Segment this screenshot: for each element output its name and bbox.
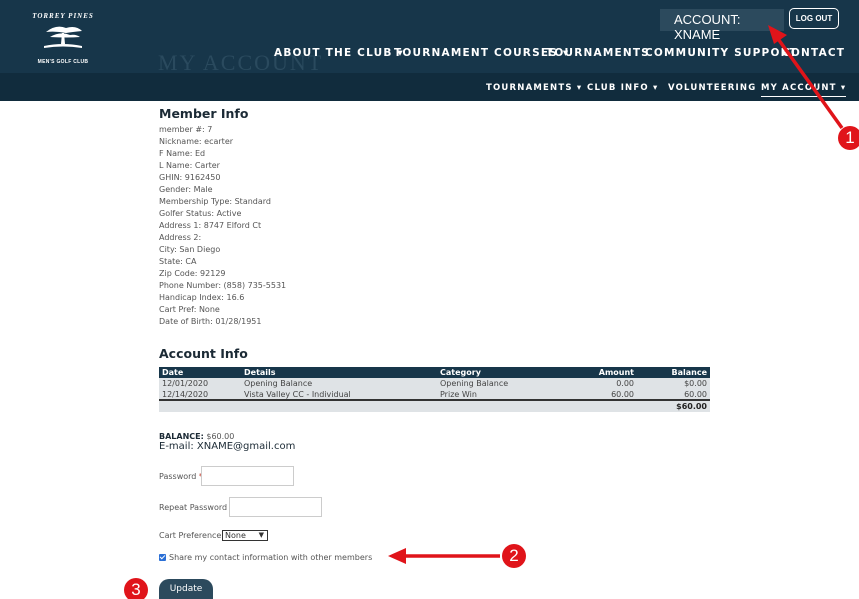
member-ghin: GHIN: 9162450 xyxy=(159,173,221,182)
member-cart-pref: Cart Pref: None xyxy=(159,305,220,314)
logout-button[interactable]: LOG OUT xyxy=(789,8,839,29)
cell-details: Vista Valley CC - Individual xyxy=(241,389,437,401)
annotation-badge-1: 1 xyxy=(838,126,859,150)
col-balance: Balance xyxy=(637,367,710,378)
nav-contact[interactable]: CONTACT xyxy=(782,47,845,59)
cell-details: Opening Balance xyxy=(241,378,437,389)
repeat-password-field[interactable] xyxy=(229,497,322,517)
subnav-my-account[interactable]: MY ACCOUNT ▾ xyxy=(761,83,847,97)
nav-tournaments[interactable]: TOURNAMENTS xyxy=(546,47,650,59)
member-phone: Phone Number: (858) 735-5531 xyxy=(159,281,287,290)
col-date: Date xyxy=(159,367,241,378)
balance-line: BALANCE: $60.00 xyxy=(159,432,234,441)
repeat-password-label: Repeat Password * xyxy=(159,503,234,512)
nav-tournament-courses[interactable]: TOURNAMENT COURSES ▾ xyxy=(394,47,569,59)
col-category: Category xyxy=(437,367,567,378)
account-info-heading: Account Info xyxy=(159,346,248,361)
balance-label: BALANCE: xyxy=(159,432,204,441)
table-row: 12/14/2020 Vista Valley CC - Individual … xyxy=(159,389,710,401)
member-state: State: CA xyxy=(159,257,197,266)
subnav-tournaments[interactable]: TOURNAMENTS ▾ xyxy=(486,83,582,93)
member-handicap: Handicap Index: 16.6 xyxy=(159,293,245,302)
share-contact-label[interactable]: Share my contact information with other … xyxy=(169,553,372,562)
logo-top-text: TORREY PINES xyxy=(32,12,94,20)
member-golfer-status: Golfer Status: Active xyxy=(159,209,242,218)
balance-value: $60.00 xyxy=(206,432,235,441)
col-details: Details xyxy=(241,367,437,378)
email-line: E-mail: XNAME@gmail.com xyxy=(159,441,296,452)
password-label: Password * xyxy=(159,472,203,481)
member-number: member #: 7 xyxy=(159,125,213,134)
col-amount: Amount xyxy=(567,367,637,378)
cart-preference-label: Cart Preference xyxy=(159,531,222,540)
cell-amount: 0.00 xyxy=(567,378,637,389)
chevron-down-icon: ▼ xyxy=(258,531,264,539)
password-field[interactable] xyxy=(201,466,294,486)
tree-icon xyxy=(44,26,82,48)
member-gender: Gender: Male xyxy=(159,185,213,194)
cell-date: 12/01/2020 xyxy=(159,378,241,389)
member-zip: Zip Code: 92129 xyxy=(159,269,226,278)
update-button[interactable]: Update xyxy=(159,579,213,599)
member-first-name: F Name: Ed xyxy=(159,149,206,158)
logo-bottom-text: MEN'S GOLF CLUB xyxy=(37,59,89,65)
subnav-volunteering[interactable]: VOLUNTEERING xyxy=(668,83,756,93)
annotation-badge-2: 2 xyxy=(502,544,526,568)
share-contact-checkbox[interactable] xyxy=(159,554,166,561)
subnav-club-info[interactable]: CLUB INFO ▾ xyxy=(587,83,658,93)
table-total-row: $60.00 xyxy=(159,400,710,412)
member-dob: Date of Birth: 01/28/1951 xyxy=(159,317,262,326)
member-address-2: Address 2: xyxy=(159,233,202,242)
nav-community-support[interactable]: COMMUNITY SUPPORT xyxy=(645,47,798,59)
cart-preference-select[interactable]: None ▼ xyxy=(222,530,268,541)
member-membership-type: Membership Type: Standard xyxy=(159,197,271,206)
table-header-row: Date Details Category Amount Balance xyxy=(159,367,710,378)
member-last-name: L Name: Carter xyxy=(159,161,220,170)
cell-category: Opening Balance xyxy=(437,378,567,389)
cell-balance: 60.00 xyxy=(637,389,710,401)
cell-amount: 60.00 xyxy=(567,389,637,401)
member-city: City: San Diego xyxy=(159,245,221,254)
cell-date: 12/14/2020 xyxy=(159,389,241,401)
arrow-2 xyxy=(388,548,500,564)
cell-category: Prize Win xyxy=(437,389,567,401)
annotation-badge-3: 3 xyxy=(124,578,148,599)
club-logo[interactable]: TORREY PINES MEN'S GOLF CLUB xyxy=(28,8,98,68)
cell-balance: $0.00 xyxy=(637,378,710,389)
member-nickname: Nickname: ecarter xyxy=(159,137,234,146)
cell-total: $60.00 xyxy=(637,400,710,412)
table-row: 12/01/2020 Opening Balance Opening Balan… xyxy=(159,378,710,389)
member-info-heading: Member Info xyxy=(159,106,249,121)
member-address-1: Address 1: 8747 Elford Ct xyxy=(159,221,262,230)
account-label[interactable]: ACCOUNT: XNAME xyxy=(660,9,784,42)
nav-about-the-club[interactable]: ABOUT THE CLUB ▾ xyxy=(274,47,404,59)
account-table: Date Details Category Amount Balance 12/… xyxy=(159,367,710,412)
